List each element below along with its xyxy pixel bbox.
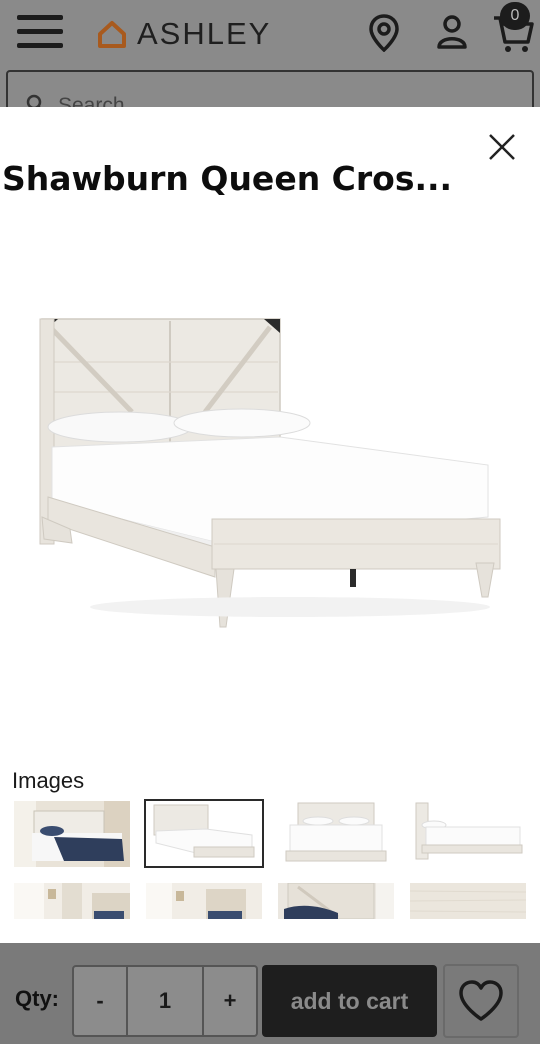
- main-product-image: [39, 318, 501, 628]
- wood-texture-image: [410, 883, 526, 919]
- account-icon[interactable]: [436, 14, 468, 50]
- qty-label: Qty:: [15, 986, 59, 1011]
- bedroom-scene-image: [14, 801, 130, 867]
- thumbnail-3[interactable]: [278, 801, 394, 867]
- logo-text: ASHLEY: [137, 16, 272, 51]
- bed-front-image: [278, 801, 394, 867]
- thumbnail-4[interactable]: [408, 801, 524, 867]
- bed-side-image: [408, 801, 524, 867]
- decrease-quantity-button[interactable]: -: [74, 967, 128, 1035]
- house-logo-icon: [98, 21, 126, 48]
- site-header: ASHLEY 0 Search: [0, 0, 540, 120]
- menu-icon[interactable]: [17, 15, 63, 51]
- thumbnail-1[interactable]: [14, 801, 130, 867]
- thumbnail-7[interactable]: [278, 883, 394, 919]
- quantity-input[interactable]: 1: [128, 967, 204, 1035]
- product-title: Shawburn Queen Cros...: [2, 159, 453, 198]
- thumbnail-2-selected[interactable]: [144, 799, 264, 868]
- quantity-stepper: - 1 +: [72, 965, 258, 1037]
- headboard-detail-image: [278, 883, 394, 919]
- product-quick-view-modal: Shawburn Queen Cros... Images: [0, 107, 540, 943]
- add-to-cart-button[interactable]: add to cart: [262, 965, 437, 1037]
- images-label: Images: [12, 768, 85, 793]
- heart-icon: [459, 980, 503, 1021]
- favorite-button[interactable]: [443, 964, 519, 1038]
- increase-quantity-button[interactable]: +: [204, 967, 256, 1035]
- bed-front-angle-image: [146, 801, 262, 866]
- thumbnail-5[interactable]: [14, 883, 130, 919]
- thumbnail-6[interactable]: [146, 883, 262, 919]
- room-scene-image: [14, 883, 130, 919]
- cart-count-badge: 0: [500, 2, 530, 30]
- thumbnail-8[interactable]: [410, 883, 526, 919]
- room-scene-image-2: [146, 883, 262, 919]
- ashley-logo[interactable]: ASHLEY: [97, 14, 271, 54]
- location-icon[interactable]: [368, 14, 400, 52]
- add-to-cart-bar: Qty: - 1 + add to cart: [0, 943, 540, 1044]
- close-icon[interactable]: [486, 131, 518, 163]
